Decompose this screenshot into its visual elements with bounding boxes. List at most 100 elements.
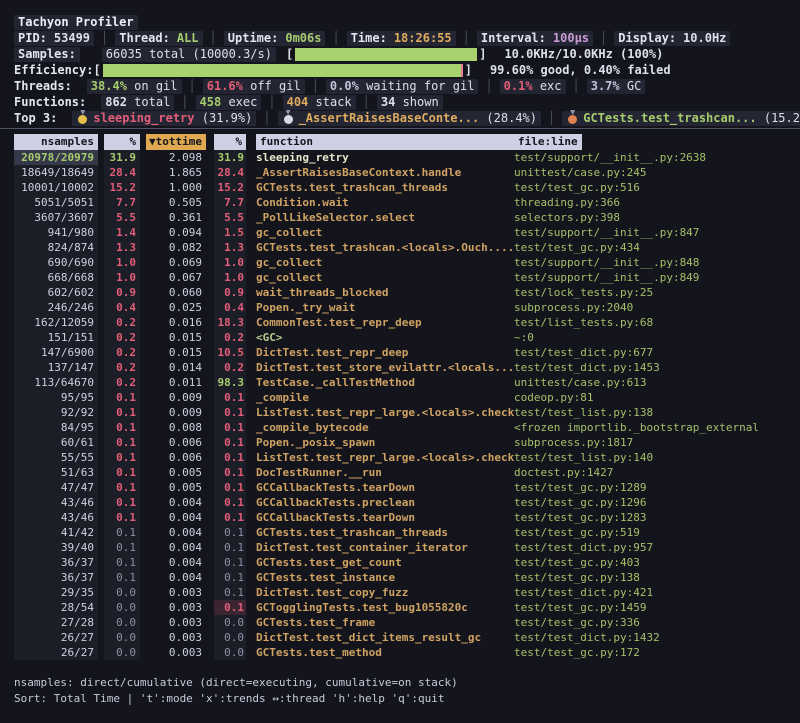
table-row[interactable]: 941/980 1.4 0.094 1.5 gc_collect test/su… — [0, 225, 800, 240]
table-row[interactable]: 246/246 0.4 0.025 0.4 Popen._try_wait su… — [0, 300, 800, 315]
cell-tottime: 1.865 — [146, 165, 206, 180]
cell-nsamples: 162/12059 — [14, 315, 98, 330]
table-row[interactable]: 147/6900 0.2 0.015 10.5 DictTest.test_re… — [0, 345, 800, 360]
table-row[interactable]: 95/95 0.1 0.009 0.1 _compile codeop.py:8… — [0, 390, 800, 405]
cell-direct-pct: 0.1 — [104, 510, 140, 525]
uptime-chip: Uptime:0m06s — [224, 31, 326, 46]
cell-tottime: 0.004 — [146, 510, 206, 525]
table-row[interactable]: 47/47 0.1 0.005 0.1 GCCallbackTests.tear… — [0, 480, 800, 495]
cell-cum-pct: 10.5 — [214, 345, 246, 360]
column-header-nsamples[interactable]: nsamples — [14, 134, 98, 150]
cell-nsamples: 26/27 — [14, 645, 98, 660]
efficiency-text: 99.60% good, 0.40% failed — [490, 62, 671, 78]
pid-chip: PID:53499 — [14, 31, 94, 46]
threads-waiting-gil: 0.0% waiting for gil — [326, 79, 479, 94]
cell-file-line: test/support/__init__.py:847 — [514, 225, 800, 240]
bronze-medal-icon — [568, 115, 577, 124]
top3-item-3[interactable]: GCTests.test_trashcan... (15.2%) — [562, 111, 800, 126]
table-row[interactable]: 162/12059 0.2 0.016 18.3 CommonTest.test… — [0, 315, 800, 330]
cell-direct-pct: 0.1 — [104, 450, 140, 465]
cell-nsamples: 113/64670 — [14, 375, 98, 390]
column-header-cum-pct[interactable]: % — [214, 134, 246, 150]
table-row[interactable]: 84/95 0.1 0.008 0.1 _compile_bytecode <f… — [0, 420, 800, 435]
table-row[interactable]: 43/46 0.1 0.004 0.1 GCCallbackTests.tear… — [0, 510, 800, 525]
table-row[interactable]: 151/151 0.2 0.015 0.2 <GC> ~:0 — [0, 330, 800, 345]
table-row[interactable]: 690/690 1.0 0.069 1.0 gc_collect test/su… — [0, 255, 800, 270]
table-row[interactable]: 18649/18649 28.4 1.865 28.4 _AssertRaise… — [0, 165, 800, 180]
table-row[interactable]: 28/54 0.0 0.003 0.1 GCTogglingTests.test… — [0, 600, 800, 615]
table-row[interactable]: 39/40 0.1 0.004 0.1 DictTest.test_contai… — [0, 540, 800, 555]
column-header-tottime-sorted[interactable]: ▼tottime — [146, 134, 206, 150]
time-value: 18:26:55 — [394, 30, 452, 46]
cell-file-line: test/test_gc.py:336 — [514, 615, 800, 630]
cell-function: DictTest.test_container_iterator — [256, 540, 514, 555]
cell-direct-pct: 0.1 — [104, 465, 140, 480]
table-row[interactable]: 10001/10002 15.2 1.000 15.2 GCTests.test… — [0, 180, 800, 195]
cell-file-line: test/test_dict.py:1453 — [514, 360, 800, 375]
cell-nsamples: 55/55 — [14, 450, 98, 465]
cell-direct-pct: 0.4 — [104, 300, 140, 315]
title-bar: Tachyon Profiler — [0, 14, 800, 30]
samples-line: Samples: 66035 total (10000.3/s) [ ] 10.… — [0, 46, 800, 62]
threads-off-gil: 61.6% off gil — [203, 79, 305, 94]
divider: │ — [573, 78, 580, 94]
table-row[interactable]: 92/92 0.1 0.009 0.1 ListTest.test_repr_l… — [0, 405, 800, 420]
table-row[interactable]: 668/668 1.0 0.067 1.0 gc_collect test/su… — [0, 270, 800, 285]
cell-cum-pct: 15.2 — [214, 180, 246, 195]
cell-file-line: subprocess.py:1817 — [514, 435, 800, 450]
cell-file-line: selectors.py:398 — [514, 210, 800, 225]
cell-cum-pct: 0.1 — [214, 465, 246, 480]
table-row[interactable]: 43/46 0.1 0.004 0.1 GCCallbackTests.prec… — [0, 495, 800, 510]
app-title: Tachyon Profiler — [14, 15, 138, 30]
cell-cum-pct: 0.1 — [214, 390, 246, 405]
table-row[interactable]: 5051/5051 7.7 0.505 7.7 Condition.wait t… — [0, 195, 800, 210]
table-row[interactable]: 60/61 0.1 0.006 0.1 Popen._posix_spawn s… — [0, 435, 800, 450]
table-row[interactable]: 26/27 0.0 0.003 0.0 DictTest.test_dict_i… — [0, 630, 800, 645]
cell-cum-pct: 98.3 — [214, 375, 246, 390]
table-row[interactable]: 824/874 1.3 0.082 1.3 GCTests.test_trash… — [0, 240, 800, 255]
table-row[interactable]: 137/147 0.2 0.014 0.2 DictTest.test_stor… — [0, 360, 800, 375]
cell-nsamples: 941/980 — [14, 225, 98, 240]
pid-label: PID: — [18, 30, 47, 46]
samples-label: Samples: — [14, 47, 80, 62]
cell-nsamples: 39/40 — [14, 540, 98, 555]
table-row[interactable]: 113/64670 0.2 0.011 98.3 TestCase._callT… — [0, 375, 800, 390]
samples-total: 66035 total (10000.3/s) — [102, 47, 276, 62]
cell-function: GCTests.test_frame — [256, 615, 514, 630]
table-row[interactable]: 51/63 0.1 0.005 0.1 DocTestRunner.__run … — [0, 465, 800, 480]
table-row[interactable]: 3607/3607 5.5 0.361 5.5 _PollLikeSelecto… — [0, 210, 800, 225]
table-row[interactable]: 36/37 0.1 0.004 0.1 GCTests.test_instanc… — [0, 570, 800, 585]
table-row[interactable]: 27/28 0.0 0.003 0.0 GCTests.test_frame t… — [0, 615, 800, 630]
legend-line: nsamples: direct/cumulative (direct=exec… — [0, 675, 800, 691]
cell-tottime: 0.015 — [146, 345, 206, 360]
column-header-file-line[interactable]: file:line — [514, 134, 582, 150]
cell-direct-pct: 0.0 — [104, 615, 140, 630]
cell-tottime: 0.006 — [146, 450, 206, 465]
table-row[interactable]: 41/42 0.1 0.004 0.1 GCTests.test_trashca… — [0, 525, 800, 540]
thread-value: ALL — [177, 30, 199, 46]
cell-direct-pct: 31.9 — [104, 150, 140, 165]
top3-item-2[interactable]: _AssertRaisesBaseConte... (28.4%) — [278, 111, 541, 126]
cell-file-line: test/test_dict.py:1432 — [514, 630, 800, 645]
table-row[interactable]: 55/55 0.1 0.006 0.1 ListTest.test_repr_l… — [0, 450, 800, 465]
table-row[interactable]: 29/35 0.0 0.003 0.1 DictTest.test_copy_f… — [0, 585, 800, 600]
cell-direct-pct: 0.1 — [104, 540, 140, 555]
table-row[interactable]: 602/602 0.9 0.060 0.9 wait_threads_block… — [0, 285, 800, 300]
functions-label: Functions: — [14, 94, 86, 110]
table-row[interactable]: 26/27 0.0 0.003 0.0 GCTests.test_method … — [0, 645, 800, 660]
cell-direct-pct: 0.1 — [104, 525, 140, 540]
cell-nsamples: 92/92 — [14, 405, 98, 420]
cell-function: GCTests.test_get_count — [256, 555, 514, 570]
cell-cum-pct: 1.0 — [214, 270, 246, 285]
cell-function: GCTests.test_trashcan_threads — [256, 180, 514, 195]
divider: │ — [263, 110, 270, 126]
cell-file-line: test/support/__init__.py:2638 — [514, 150, 800, 165]
column-header-function[interactable]: function — [256, 134, 514, 150]
thread-chip[interactable]: Thread:ALL — [115, 31, 202, 46]
cell-cum-pct: 0.1 — [214, 480, 246, 495]
table-row[interactable]: 36/37 0.1 0.004 0.1 GCTests.test_get_cou… — [0, 555, 800, 570]
column-header-direct-pct[interactable]: % — [104, 134, 140, 150]
table-row[interactable]: 20978/20979 31.9 2.098 31.9 sleeping_ret… — [0, 150, 800, 165]
top3-item-1[interactable]: sleeping_retry (31.9%) — [72, 111, 256, 126]
cell-direct-pct: 0.2 — [104, 315, 140, 330]
